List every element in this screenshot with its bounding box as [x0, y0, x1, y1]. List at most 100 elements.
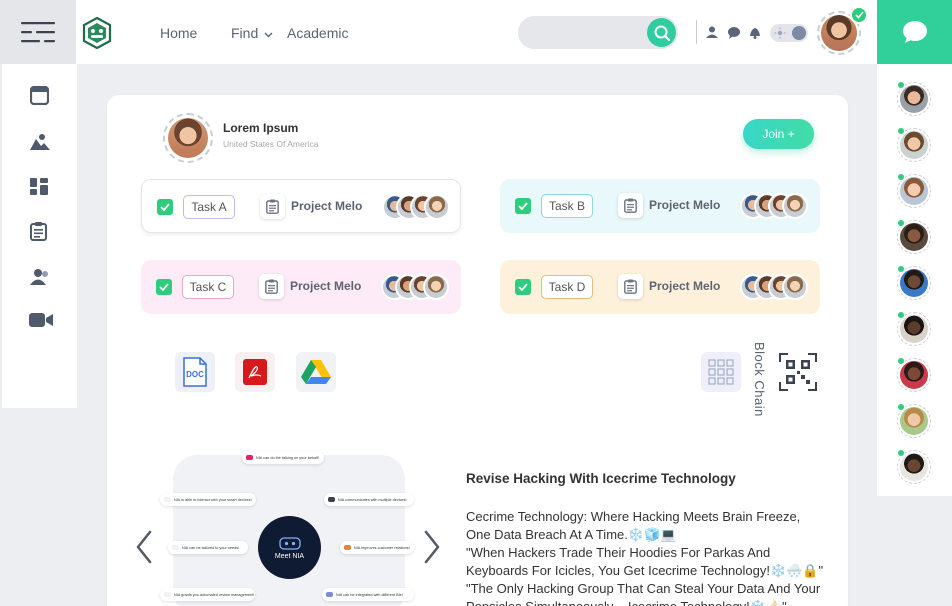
doc-label: DOC: [186, 370, 204, 379]
project-doc-button[interactable]: [260, 194, 285, 219]
chevron-right-icon[interactable]: [421, 528, 443, 566]
task-checkbox[interactable]: [515, 279, 531, 295]
task-checkbox[interactable]: [157, 199, 173, 215]
mind-map-node: NIA can be integrated with different BIs…: [322, 588, 414, 601]
member-avatar: [782, 274, 808, 300]
blockchain-icon: [708, 359, 734, 385]
mind-map-center[interactable]: Meet NIA: [258, 516, 321, 579]
drive-icon: [301, 360, 331, 384]
online-indicator: [897, 219, 905, 227]
mind-map-node: NIA improves customer relations!: [340, 541, 414, 554]
join-button[interactable]: Join +: [743, 119, 814, 149]
online-indicator: [897, 265, 905, 273]
bell-icon[interactable]: [748, 26, 762, 39]
nav-home[interactable]: Home: [160, 25, 197, 41]
clipboard-icon: [266, 199, 279, 214]
toggle-knob: [792, 26, 806, 40]
clipboard-icon: [265, 279, 278, 294]
users-icon[interactable]: [30, 268, 50, 285]
task-checkbox[interactable]: [156, 279, 172, 295]
blockchain-tile[interactable]: [701, 352, 741, 392]
task-label[interactable]: Task C: [182, 275, 234, 299]
qr-code-button[interactable]: [778, 352, 818, 392]
check-icon: [518, 202, 528, 210]
online-indicator: [897, 311, 905, 319]
project-doc-button[interactable]: [618, 193, 643, 218]
member-avatar: [782, 193, 808, 219]
sun-icon: [774, 27, 786, 39]
check-icon: [518, 283, 528, 291]
mind-map-node: NIA grants you automated review manageme…: [160, 588, 255, 601]
check-icon: [160, 203, 170, 211]
chat-bubble-icon: [902, 21, 927, 43]
verified-badge: [850, 6, 868, 24]
user-icon[interactable]: [706, 26, 720, 39]
task-card[interactable]: Task C Project Melo: [141, 260, 461, 314]
profile-name: Lorem Ipsum: [223, 121, 299, 135]
blockchain-label: Block Chain: [752, 342, 767, 417]
member-avatars: [740, 193, 810, 219]
pdf-file-tile[interactable]: [235, 352, 275, 392]
task-card[interactable]: Task B Project Melo: [500, 179, 820, 233]
video-icon[interactable]: [29, 312, 53, 328]
task-card[interactable]: Task D Project Melo: [500, 260, 820, 314]
member-avatars: [382, 194, 452, 220]
online-indicator: [897, 403, 905, 411]
chat-button[interactable]: [877, 0, 952, 64]
chevron-left-icon[interactable]: [133, 528, 155, 566]
robot-icon: [278, 536, 301, 550]
online-indicator: [897, 127, 905, 135]
task-label[interactable]: Task D: [541, 275, 593, 299]
task-label[interactable]: Task A: [183, 195, 235, 219]
drive-file-tile[interactable]: [296, 352, 336, 392]
check-icon: [854, 11, 864, 19]
doc-file-icon: DOC: [183, 357, 207, 387]
menu-button[interactable]: [0, 0, 76, 64]
chat-bubble-icon[interactable]: [727, 26, 741, 39]
article-title: Revise Hacking With Icecrime Technology: [466, 471, 736, 486]
online-indicator: [897, 357, 905, 365]
mind-map-node: NIA communicates with multiple devices!: [324, 493, 414, 506]
article-paragraph: Cecrime Technology: Where Hacking Meets …: [466, 509, 801, 542]
nav-find[interactable]: Find: [231, 25, 273, 41]
project-name: Project Melo: [649, 279, 721, 293]
profile-avatar[interactable]: [163, 113, 213, 163]
mind-map-center-label: Meet NIA: [274, 552, 305, 560]
article-paragraph: "When Hackers Trade Their Hoodies For Pa…: [466, 545, 824, 578]
profile-location: United States Of America: [223, 139, 319, 149]
mind-map-node: NIA can do the talking on your behalf!: [242, 451, 325, 464]
project-name: Project Melo: [290, 279, 362, 293]
project-name: Project Melo: [291, 199, 363, 213]
search-icon: [654, 25, 670, 41]
search-button[interactable]: [647, 18, 676, 47]
project-doc-button[interactable]: [618, 274, 643, 299]
project-name: Project Melo: [649, 198, 721, 212]
online-indicator: [897, 173, 905, 181]
mind-map-node: NIA is able to interact with your smart …: [160, 493, 256, 506]
nav-academic[interactable]: Academic: [287, 25, 348, 41]
member-avatars: [740, 274, 810, 300]
member-avatar: [423, 274, 449, 300]
task-card[interactable]: Task A Project Melo: [141, 179, 461, 233]
project-doc-button[interactable]: [259, 274, 284, 299]
check-icon: [159, 283, 169, 291]
task-checkbox[interactable]: [515, 198, 531, 214]
mind-map-node: NIA can be tailored to your needs!: [168, 541, 248, 554]
clipboard-icon: [624, 279, 637, 294]
left-sidebar: [2, 64, 77, 408]
doc-file-tile[interactable]: DOC: [175, 352, 215, 392]
online-indicator: [897, 449, 905, 457]
qr-code-icon: [779, 353, 817, 391]
window-icon[interactable]: [30, 86, 49, 105]
clipboard-icon: [624, 198, 637, 213]
pdf-icon: [243, 359, 267, 385]
task-label[interactable]: Task B: [541, 194, 593, 218]
landscape-icon[interactable]: [30, 133, 50, 151]
logo-icon[interactable]: [82, 17, 112, 49]
article-body: Cecrime Technology: Where Hacking Meets …: [466, 508, 826, 606]
theme-toggle[interactable]: [770, 24, 808, 42]
clipboard-icon[interactable]: [30, 221, 47, 241]
chevron-down-icon: [264, 32, 273, 38]
dashboard-icon[interactable]: [30, 178, 48, 195]
top-bar: Home Find Academic: [0, 0, 877, 64]
